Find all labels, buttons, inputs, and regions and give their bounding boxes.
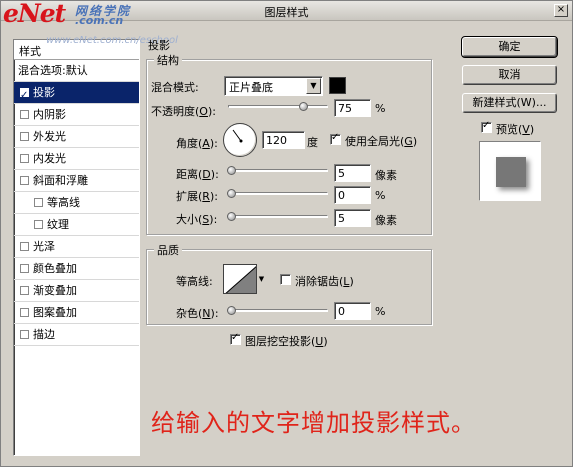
style-list-item[interactable]: 混合选项:默认	[14, 60, 139, 82]
style-item-label: 内阴影	[33, 108, 66, 121]
spread-slider[interactable]	[227, 189, 328, 198]
size-input[interactable]: 5	[334, 209, 371, 227]
opacity-label: 不透明度(O):	[151, 105, 216, 118]
style-list-item[interactable]: 内发光	[14, 148, 139, 170]
noise-input[interactable]: 0	[334, 302, 371, 320]
spread-unit: %	[375, 189, 386, 202]
style-item-label: 内发光	[33, 152, 66, 165]
style-list-item[interactable]: 描边	[14, 324, 139, 346]
contour-curve-icon	[225, 266, 256, 293]
size-slider-thumb[interactable]	[227, 212, 236, 221]
watermark-logo: eNet	[3, 0, 66, 28]
noise-label: 杂色(N):	[176, 307, 219, 320]
angle-input[interactable]: 120	[262, 131, 305, 149]
blend-mode-label: 混合模式:	[151, 81, 199, 94]
noise-slider[interactable]	[227, 306, 328, 315]
style-item-label: 颜色叠加	[33, 262, 77, 275]
preview-checkbox[interactable]	[481, 120, 492, 133]
opacity-unit: %	[375, 102, 386, 115]
style-item-checkbox[interactable]	[20, 132, 29, 141]
section-title: 投影	[148, 39, 170, 52]
style-list-item[interactable]: 光泽	[14, 236, 139, 258]
new-style-button[interactable]: 新建样式(W)...	[462, 93, 557, 113]
angle-unit: 度	[307, 136, 318, 149]
structure-group-title: 结构	[154, 52, 182, 68]
angle-needle-icon	[232, 129, 243, 143]
style-item-checkbox[interactable]	[20, 85, 29, 106]
style-list-item[interactable]: 纹理	[14, 214, 139, 236]
spread-input[interactable]: 0	[334, 186, 371, 204]
preview-shadow-square	[496, 157, 526, 187]
cancel-button[interactable]: 取消	[462, 65, 557, 85]
distance-slider[interactable]	[227, 166, 328, 175]
spread-slider-thumb[interactable]	[227, 189, 236, 198]
style-item-checkbox[interactable]	[20, 286, 29, 295]
preview-label: 预览(V)	[496, 123, 535, 136]
angle-label: 角度(A):	[176, 137, 218, 150]
blend-color-swatch[interactable]	[329, 77, 346, 94]
watermark-logo-com: .com.cn	[75, 14, 124, 27]
size-slider[interactable]	[227, 212, 328, 221]
style-item-label: 光泽	[33, 240, 55, 253]
contour-picker[interactable]	[223, 264, 257, 294]
style-item-label: 投影	[33, 86, 55, 99]
style-list-item[interactable]: 图案叠加	[14, 302, 139, 324]
chevron-down-icon: ▼	[306, 78, 321, 94]
size-unit: 像素	[375, 214, 397, 227]
distance-slider-thumb[interactable]	[227, 166, 236, 175]
style-list-item[interactable]: 投影	[14, 82, 139, 106]
style-list: 样式 混合选项:默认投影内阴影外发光内发光斜面和浮雕等高线纹理光泽颜色叠加渐变叠…	[13, 39, 140, 456]
blend-mode-select[interactable]: 正片叠底 ▼	[224, 76, 323, 96]
style-item-label: 纹理	[47, 218, 69, 231]
distance-unit: 像素	[375, 169, 397, 182]
global-light-label: 使用全局光(G)	[345, 135, 418, 148]
style-list-item[interactable]: 内阴影	[14, 104, 139, 126]
spread-label: 扩展(R):	[176, 190, 218, 203]
style-item-label: 等高线	[47, 196, 80, 209]
opacity-slider-thumb[interactable]	[299, 102, 308, 111]
contour-label: 等高线:	[176, 275, 213, 288]
style-item-checkbox[interactable]	[20, 110, 29, 119]
opacity-slider[interactable]	[228, 102, 328, 111]
style-list-item[interactable]: 外发光	[14, 126, 139, 148]
knockout-checkbox[interactable]	[230, 332, 241, 345]
preview-thumbnail	[479, 141, 541, 201]
blend-mode-value: 正片叠底	[229, 81, 273, 94]
tutorial-caption: 给输入的文字增加投影样式。	[151, 409, 476, 437]
close-button[interactable]: ×	[554, 4, 568, 17]
size-label: 大小(S):	[176, 213, 218, 226]
style-list-item[interactable]: 斜面和浮雕	[14, 170, 139, 192]
style-item-checkbox[interactable]	[20, 176, 29, 185]
angle-dial[interactable]	[223, 123, 257, 157]
style-item-checkbox[interactable]	[20, 308, 29, 317]
style-item-label: 混合选项:默认	[18, 64, 88, 77]
opacity-input[interactable]: 75	[334, 99, 371, 117]
ok-button[interactable]: 确定	[461, 36, 558, 58]
noise-slider-thumb[interactable]	[227, 306, 236, 315]
style-item-label: 图案叠加	[33, 306, 77, 319]
distance-input[interactable]: 5	[334, 164, 371, 182]
distance-label: 距离(D):	[176, 168, 219, 181]
noise-unit: %	[375, 305, 386, 318]
style-item-label: 斜面和浮雕	[33, 174, 88, 187]
anti-alias-label: 消除锯齿(L)	[295, 275, 354, 288]
knockout-label: 图层挖空投影(U)	[245, 335, 328, 348]
style-item-checkbox[interactable]	[20, 330, 29, 339]
style-item-label: 描边	[33, 328, 55, 341]
contour-dropdown-icon[interactable]: ▼	[257, 264, 266, 294]
layer-style-dialog: 图层样式 × eNet 网络学院 .com.cn 样式 混合选项:默认投影内阴影…	[0, 0, 573, 467]
style-list-item[interactable]: 颜色叠加	[14, 258, 139, 280]
global-light-checkbox[interactable]	[330, 132, 341, 145]
style-list-item[interactable]: 渐变叠加	[14, 280, 139, 302]
quality-group-title: 品质	[154, 242, 182, 258]
style-item-label: 渐变叠加	[33, 284, 77, 297]
style-item-checkbox[interactable]	[20, 264, 29, 273]
style-item-checkbox[interactable]	[20, 242, 29, 251]
style-item-checkbox[interactable]	[34, 198, 43, 207]
style-item-checkbox[interactable]	[34, 220, 43, 229]
style-item-label: 外发光	[33, 130, 66, 143]
style-list-item[interactable]: 等高线	[14, 192, 139, 214]
style-item-checkbox[interactable]	[20, 154, 29, 163]
anti-alias-checkbox[interactable]	[280, 274, 291, 285]
